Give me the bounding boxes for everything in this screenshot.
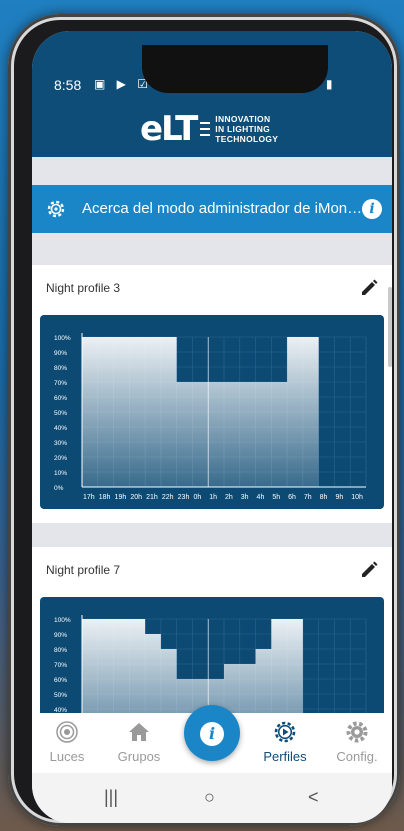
- x-tick-label: 1h: [209, 494, 217, 501]
- admin-banner-text: Acerca del modo administrador de iMon…: [82, 200, 363, 217]
- logo-lines-icon: [200, 122, 211, 136]
- y-tick-label: 0%: [54, 485, 64, 492]
- profile-title: Night profile 3: [46, 281, 121, 295]
- y-tick-label: 70%: [54, 662, 67, 669]
- profile-area: [82, 337, 319, 487]
- x-tick-label: 0h: [193, 494, 201, 501]
- y-tick-label: 60%: [54, 677, 67, 684]
- y-tick-label: 100%: [54, 617, 71, 624]
- y-tick-label: 80%: [54, 365, 67, 372]
- logo-tagline-line: TECHNOLOGY: [215, 134, 279, 144]
- gear-icon: [47, 200, 65, 218]
- info-icon[interactable]: i: [362, 199, 382, 219]
- x-tick-label: 5h: [272, 494, 280, 501]
- logo-tagline: INNOVATION IN LIGHTING TECHNOLOGY: [215, 114, 278, 144]
- profile-chart-svg: 100% 90% 80% 70% 60% 50% 40% 30% 20% 10% 0% 17h 18h 1…: [54, 333, 367, 501]
- x-tick-label: 2h: [225, 494, 233, 501]
- info-fab-button[interactable]: i: [184, 705, 240, 761]
- nav-item-grupos[interactable]: Grupos: [104, 721, 174, 764]
- logo-wordmark: eLT: [140, 109, 198, 149]
- profile-title: Night profile 7: [46, 563, 121, 577]
- y-tick-label: 50%: [54, 410, 67, 417]
- x-tick-label: 22h: [162, 494, 174, 501]
- y-tick-label: 10%: [54, 470, 67, 477]
- notification-icons: ▣ ▶ ☑: [94, 77, 152, 91]
- y-tick-label: 50%: [54, 692, 67, 699]
- x-tick-label: 8h: [320, 494, 328, 501]
- profile-chart: 100%90%80%70%60%50%40%17h18h19h20h21h22h…: [40, 597, 384, 713]
- pencil-icon[interactable]: [360, 561, 378, 579]
- status-time: 8:58: [54, 77, 82, 93]
- info-icon: i: [200, 722, 224, 746]
- y-tick-label: 30%: [54, 440, 67, 447]
- admin-mode-banner[interactable]: Acerca del modo administrador de iMon… i: [32, 185, 392, 233]
- back-button[interactable]: <: [308, 787, 319, 808]
- nav-label: Config.: [336, 749, 378, 764]
- y-tick-label: 90%: [54, 632, 67, 639]
- logo-tagline-line: IN LIGHTING: [215, 124, 271, 134]
- app-header: eLT INNOVATION IN LIGHTING TECHNOLOGY: [32, 101, 392, 157]
- y-tick-label: 40%: [54, 425, 67, 432]
- y-tick-label: 80%: [54, 647, 67, 654]
- y-tick-label: 20%: [54, 455, 67, 462]
- recents-button[interactable]: |||: [104, 787, 118, 808]
- nav-item-perfiles[interactable]: Perfiles: [250, 721, 320, 764]
- x-tick-label: 6h: [288, 494, 296, 501]
- pencil-icon[interactable]: [360, 279, 378, 297]
- x-tick-label: 19h: [115, 494, 127, 501]
- x-tick-label: 20h: [130, 494, 142, 501]
- x-tick-label: 4h: [257, 494, 265, 501]
- gear-icon: [346, 721, 368, 743]
- camera-notch: [142, 45, 328, 93]
- profile-chart: 100% 90% 80% 70% 60% 50% 40% 30% 20% 10% 0% 17h 18h 1…: [40, 315, 384, 509]
- x-tick-label: 9h: [335, 494, 343, 501]
- x-tick-label: 23h: [178, 494, 190, 501]
- system-navigation-bar: ||| ○ <: [32, 773, 392, 823]
- logo-tagline-line: INNOVATION: [215, 114, 271, 124]
- profile-card[interactable]: Night profile 3 100% 90% 80% 70% 60% 50% 40% 30…: [32, 265, 392, 523]
- x-tick-label: 18h: [99, 494, 111, 501]
- y-tick-label: 70%: [54, 380, 67, 387]
- x-tick-label: 3h: [241, 494, 249, 501]
- nav-label: Luces: [49, 749, 85, 764]
- profiles-list[interactable]: Acerca del modo administrador de iMon… i…: [32, 157, 392, 713]
- x-tick-label: 21h: [146, 494, 158, 501]
- profile-chart-svg: 100%90%80%70%60%50%40%17h18h19h20h21h22h…: [54, 615, 367, 713]
- nav-label: Perfiles: [263, 749, 307, 764]
- bulb-icon: [56, 721, 78, 743]
- play-gear-icon: [274, 721, 296, 743]
- y-tick-label: 90%: [54, 350, 67, 357]
- x-tick-label: 17h: [83, 494, 95, 501]
- bottom-navigation: Luces Grupos i Perfiles Config.: [32, 705, 392, 773]
- nav-item-config[interactable]: Config.: [322, 721, 392, 764]
- scrollbar[interactable]: [388, 287, 392, 367]
- nav-label: Grupos: [117, 749, 161, 764]
- home-icon: [129, 723, 149, 741]
- profile-card[interactable]: Night profile 7 100%90%80%70%60%50%40%17…: [32, 547, 392, 713]
- nav-item-luces[interactable]: Luces: [32, 721, 102, 764]
- elt-logo: eLT INNOVATION IN LIGHTING TECHNOLOGY: [140, 109, 300, 149]
- y-tick-label: 100%: [54, 335, 71, 342]
- phone-screen: 8:58 ▣ ▶ ☑ ✕ ◉ .ıl ▮ eLT INNOVATION IN L…: [32, 31, 392, 823]
- home-button[interactable]: ○: [204, 787, 215, 808]
- x-tick-label: 7h: [304, 494, 312, 501]
- x-tick-label: 10h: [351, 494, 363, 501]
- y-tick-label: 60%: [54, 395, 67, 402]
